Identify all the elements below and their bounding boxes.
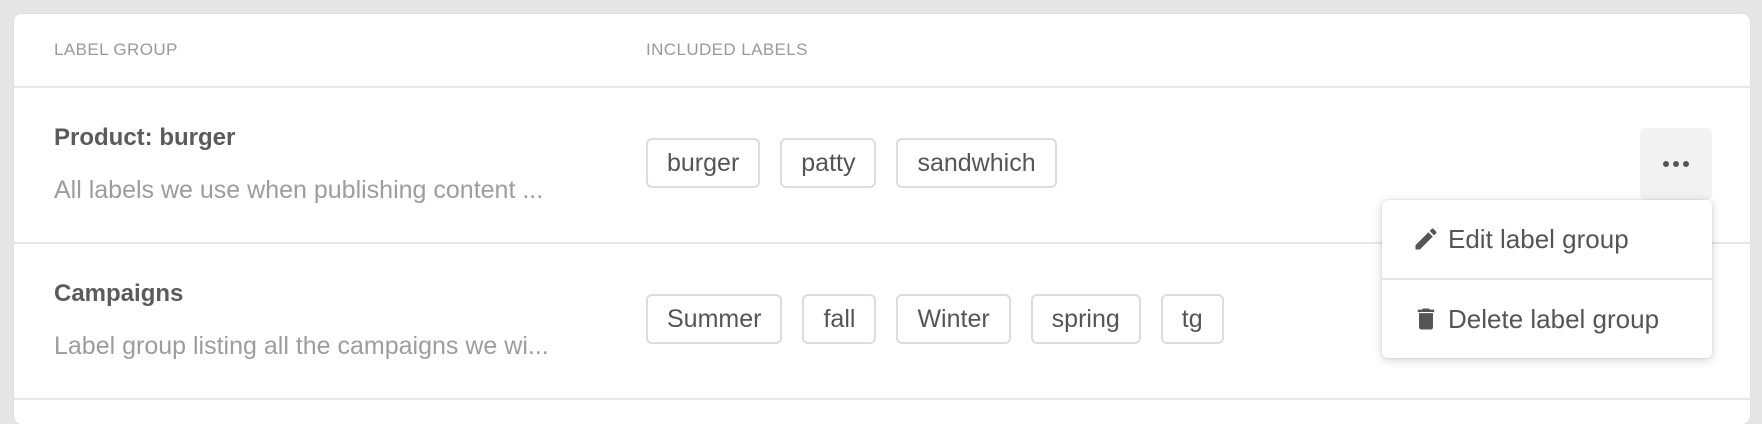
table-header: LABEL GROUP INCLUDED LABELS xyxy=(14,14,1750,88)
menu-item-label: Edit label group xyxy=(1448,223,1629,254)
pencil-icon xyxy=(1415,228,1437,250)
label-group-description: Label group listing all the campaigns we… xyxy=(54,332,549,360)
label-chip: patty xyxy=(780,138,877,188)
label-chip-list: burger patty sandwhich xyxy=(646,138,1057,188)
label-group-title[interactable]: Campaigns xyxy=(54,280,183,308)
label-chip: Summer xyxy=(646,294,783,344)
label-group-title[interactable]: Product: burger xyxy=(54,124,235,152)
label-group-description: All labels we use when publishing conten… xyxy=(54,176,544,204)
label-chip: burger xyxy=(646,138,761,188)
column-header-included-labels: INCLUDED LABELS xyxy=(646,40,808,59)
trash-icon xyxy=(1417,308,1435,330)
row-actions-button[interactable] xyxy=(1640,128,1712,200)
label-chip: tg xyxy=(1160,294,1224,344)
label-chip: spring xyxy=(1030,294,1141,344)
label-chip-list: Summer fall Winter spring tg xyxy=(646,294,1224,344)
row-actions-menu: Edit label group Delete label group xyxy=(1382,200,1712,358)
label-chip: fall xyxy=(802,294,877,344)
menu-item-label: Delete label group xyxy=(1448,303,1660,334)
delete-label-group-menu-item[interactable]: Delete label group xyxy=(1382,280,1712,358)
label-chip: Winter xyxy=(896,294,1011,344)
column-header-label-group: LABEL GROUP xyxy=(54,40,178,59)
edit-label-group-menu-item[interactable]: Edit label group xyxy=(1382,200,1712,278)
more-horizontal-icon xyxy=(1663,161,1689,167)
label-chip: sandwhich xyxy=(896,138,1057,188)
